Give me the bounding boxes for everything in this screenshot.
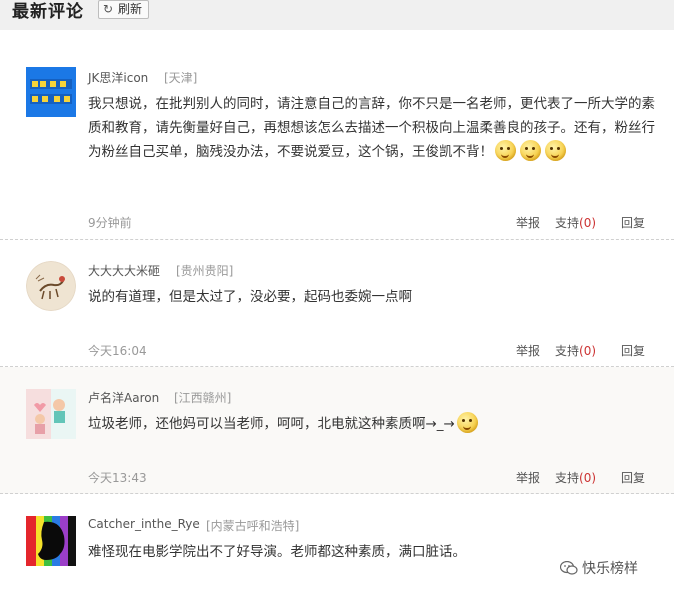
comment-item: 卢名洋Aaron [江西赣州] 垃圾老师，还他妈可以当老师，呵呵，北电就这种素质… [0, 367, 674, 494]
user-location: [江西赣州] [174, 391, 232, 405]
user-name[interactable]: Catcher_inthe_Rye [88, 517, 200, 531]
refresh-icon: ↻ [103, 2, 114, 16]
comment-text: 说的有道理，但是太过了，没必要，起码也委婉一点啊 [88, 285, 658, 309]
comment-body: 难怪现在电影学院出不了好导演。老师都这种素质，满口脏话。 [88, 544, 466, 560]
comment-time: 今天13:43 [88, 471, 147, 485]
refresh-label: 刷新 [118, 2, 143, 16]
support-button[interactable]: 支持(0) [555, 469, 596, 486]
comment-time: 9分钟前 [88, 216, 132, 230]
report-button[interactable]: 举报 [516, 469, 540, 486]
report-button[interactable]: 举报 [516, 342, 540, 359]
avatar-image [26, 67, 76, 117]
avatar[interactable] [26, 261, 76, 311]
wechat-icon [560, 561, 578, 575]
support-count: (0) [579, 471, 597, 485]
support-count: (0) [579, 216, 597, 230]
avatar-image [26, 389, 76, 439]
support-label: 支持 [555, 216, 580, 230]
comment-item: JK思洋icon [天津] 我只想说，在批判别人的同时，请注意自己的言辞，你不只… [0, 30, 674, 240]
section-title: 最新评论 [12, 2, 84, 22]
comment-body: 垃圾老师，还他妈可以当老师，呵呵，北电就这种素质啊→_→ [88, 416, 455, 432]
avatar[interactable] [26, 67, 76, 117]
comment-item: 大大大大米砸 [贵州贵阳] 说的有道理，但是太过了，没必要，起码也委婉一点啊 今… [0, 240, 674, 367]
reply-button[interactable]: 回复 [621, 469, 645, 486]
smirk-emoji-icon [456, 412, 478, 433]
reply-button[interactable]: 回复 [621, 214, 645, 231]
user-name[interactable]: JK思洋icon [88, 69, 148, 86]
comment-item: Catcher_inthe_Rye [内蒙古呼和浩特] 难怪现在电影学院出不了好… [0, 494, 674, 599]
comments-header: 最新评论 ↻ 刷新 [0, 0, 674, 30]
avatar[interactable] [26, 516, 76, 566]
comment-text: 垃圾老师，还他妈可以当老师，呵呵，北电就这种素质啊→_→ [88, 412, 658, 436]
user-location: [内蒙古呼和浩特] [206, 519, 300, 533]
support-label: 支持 [555, 471, 580, 485]
support-button[interactable]: 支持(0) [555, 342, 596, 359]
smile-emoji-icon [520, 140, 541, 161]
report-button[interactable]: 举报 [516, 214, 540, 231]
smile-emoji-icon [545, 140, 566, 161]
avatar-image [26, 261, 76, 311]
comment-text: 我只想说，在批判别人的同时，请注意自己的言辞，你不只是一名老师，更代表了一所大学… [88, 92, 658, 164]
comment-time: 今天16:04 [88, 344, 147, 358]
support-count: (0) [579, 344, 597, 358]
support-button[interactable]: 支持(0) [555, 214, 596, 231]
user-location: [天津] [164, 71, 198, 85]
avatar[interactable] [26, 389, 76, 439]
user-name[interactable]: 卢名洋Aaron [88, 389, 159, 406]
user-location: [贵州贵阳] [176, 264, 234, 278]
refresh-button[interactable]: ↻ 刷新 [98, 0, 149, 19]
support-label: 支持 [555, 344, 580, 358]
user-name[interactable]: 大大大大米砸 [88, 262, 160, 279]
comment-body: 我只想说，在批判别人的同时，请注意自己的言辞，你不只是一名老师，更代表了一所大学… [88, 96, 655, 160]
smile-emoji-icon [495, 140, 516, 161]
watermark-text: 快乐榜样 [582, 561, 638, 577]
watermark: 快乐榜样 [560, 558, 638, 578]
reply-button[interactable]: 回复 [621, 342, 645, 359]
avatar-image [26, 516, 76, 566]
comment-body: 说的有道理，但是太过了，没必要，起码也委婉一点啊 [88, 289, 412, 305]
